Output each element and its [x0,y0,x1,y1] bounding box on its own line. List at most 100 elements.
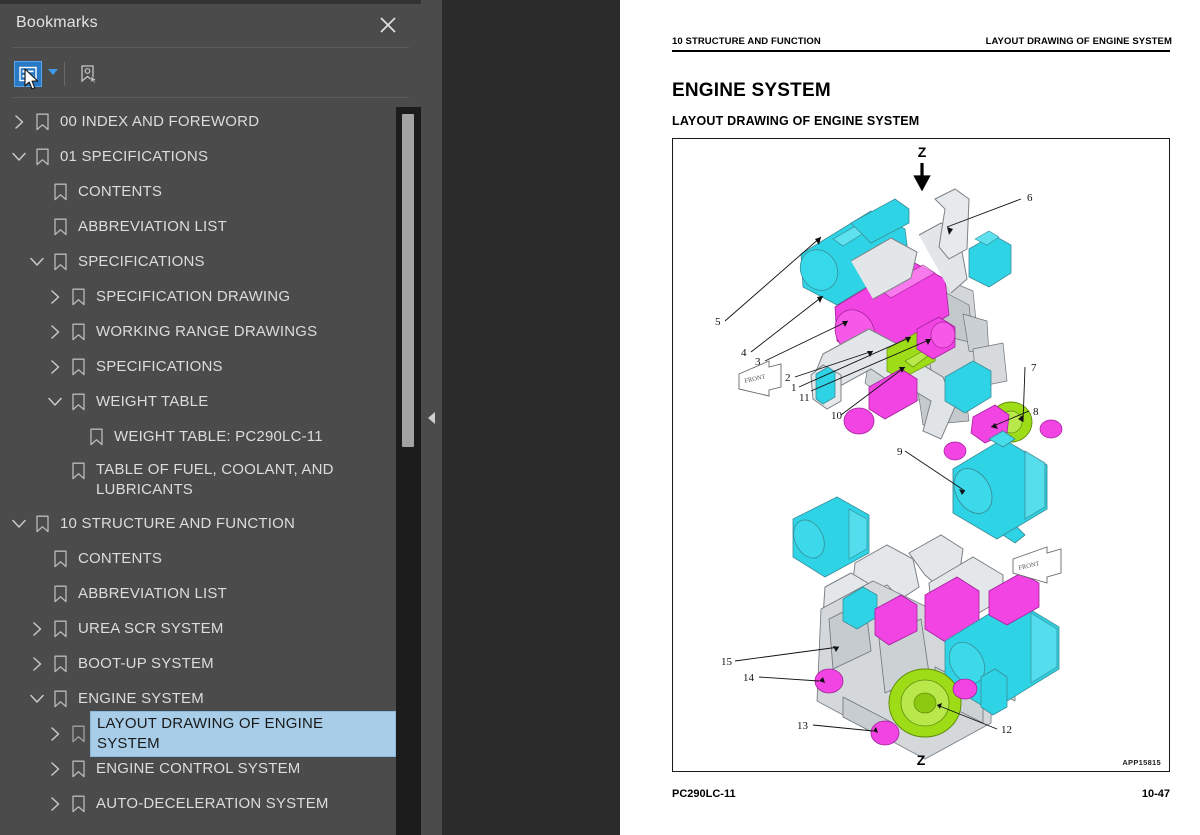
bookmark-icon [48,618,72,640]
bookmark-item-label: BOOT-UP SYSTEM [78,654,214,672]
bookmark-scrollbar-thumb[interactable] [402,114,414,447]
bookmarks-panel-title: Bookmarks [16,14,98,31]
bookmark-item[interactable]: WEIGHT TABLE: PC290LC-11 [0,419,396,454]
header-left-text: 10 STRUCTURE AND FUNCTION [672,36,821,47]
bookmark-tree[interactable]: 00 INDEX AND FOREWORD 01 SPECIFICATIONS CO… [0,104,396,835]
bookmark-item-label: SPECIFICATIONS [78,252,205,270]
bookmark-icon [30,513,54,535]
chevron-down-icon[interactable] [26,251,48,273]
chevron-down-icon[interactable] [8,146,30,168]
bookmark-icon [66,723,90,745]
twisty-placeholder [44,460,66,482]
callout-2: 2 [785,372,791,384]
bookmark-item[interactable]: 01 SPECIFICATIONS [0,139,396,174]
pdf-page: 10 STRUCTURE AND FUNCTION LAYOUT DRAWING… [620,0,1200,835]
twisty-placeholder [26,216,48,238]
bookmark-item[interactable]: WEIGHT TABLE [0,384,396,419]
bookmark-item-label: TABLE OF FUEL, COOLANT, AND LUBRICANTS [96,461,334,498]
chevron-down-icon[interactable] [44,391,66,413]
bookmark-item[interactable]: CONTENTS [0,541,396,576]
bookmark-item[interactable]: WORKING RANGE DRAWINGS [0,314,396,349]
callout-1: 1 [791,382,797,394]
bookmark-item[interactable]: AUTO-DECELERATION SYSTEM [0,786,396,821]
callout-8: 8 [1033,406,1039,418]
bookmark-item[interactable]: CONTENTS [0,174,396,209]
bookmark-item-label: 00 INDEX AND FOREWORD [60,112,260,130]
bookmark-icon [30,111,54,133]
panel-collapse-handle[interactable] [421,0,442,835]
close-icon[interactable] [377,14,399,36]
bookmark-item[interactable]: ENGINE CONTROL SYSTEM [0,751,396,786]
bookmark-item-label: CONTENTS [78,182,163,200]
bookmark-item[interactable]: SPECIFICATIONS [0,244,396,279]
bookmark-list-options-icon[interactable] [14,61,42,87]
chevron-right-icon[interactable] [44,723,66,745]
bookmark-item-label: WEIGHT TABLE: PC290LC-11 [114,427,323,445]
bookmark-icon [66,321,90,343]
bookmark-item-label: 10 STRUCTURE AND FUNCTION [60,514,296,532]
chevron-down-icon[interactable] [26,688,48,710]
chevron-right-icon[interactable] [44,356,66,378]
chevron-right-icon[interactable] [44,286,66,308]
page-subtitle: LAYOUT DRAWING OF ENGINE SYSTEM [672,114,920,128]
chevron-right-icon[interactable] [26,618,48,640]
bookmark-icon [30,146,54,168]
bookmark-item-label: 01 SPECIFICATIONS [60,147,209,165]
bookmark-icon [66,286,90,308]
footer-page-number: 10-47 [1141,788,1170,800]
bookmark-icon [66,356,90,378]
twisty-placeholder [26,181,48,203]
bookmark-item[interactable]: 10 STRUCTURE AND FUNCTION [0,506,396,541]
callout-13: 13 [797,720,809,732]
bookmark-item[interactable]: SPECIFICATIONS [0,349,396,384]
bookmark-icon [48,653,72,675]
bookmark-item-label: SPECIFICATIONS [96,357,223,375]
chevron-down-icon[interactable] [8,513,30,535]
bookmark-item[interactable]: BOOT-UP SYSTEM [0,646,396,681]
chevron-right-icon[interactable] [44,321,66,343]
bookmark-item-label: ENGINE SYSTEM [78,689,204,707]
chevron-down-icon[interactable] [48,69,58,75]
bookmark-item-label: ABBREVIATION LIST [78,584,227,602]
header-divider [12,47,409,48]
bookmark-item-selected[interactable]: LAYOUT DRAWING OF ENGINE SYSTEM [0,710,396,757]
bookmark-item[interactable]: ABBREVIATION LIST [0,209,396,244]
bookmark-item[interactable]: TABLE OF FUEL, COOLANT, AND LUBRICANTS [0,454,396,506]
bookmark-icon [48,688,72,710]
chevron-right-icon[interactable] [44,758,66,780]
twisty-placeholder [26,548,48,570]
bookmark-item-label: UREA SCR SYSTEM [78,619,224,637]
callout-7: 7 [1031,362,1037,374]
bookmark-item[interactable]: SPECIFICATION DRAWING [0,279,396,314]
callout-6: 6 [1027,192,1033,204]
chevron-right-icon[interactable] [44,793,66,815]
bookmark-icon [66,793,90,815]
bookmark-icon [66,460,90,482]
bookmark-item[interactable]: UREA SCR SYSTEM [0,611,396,646]
callout-9: 9 [897,446,903,458]
callout-4: 4 [741,347,747,359]
bookmarks-panel-header: Bookmarks [0,4,421,48]
bookmark-item-label: WORKING RANGE DRAWINGS [96,322,318,340]
header-rule [672,50,1170,52]
bookmark-item[interactable]: 00 INDEX AND FOREWORD [0,104,396,139]
bookmark-item-label: LAYOUT DRAWING OF ENGINE SYSTEM [90,710,396,757]
new-bookmark-icon[interactable] [74,61,102,87]
bookmark-item-label: CONTENTS [78,549,163,567]
figure-id: APP15815 [1122,758,1161,767]
bookmark-icon [48,583,72,605]
callout-5: 5 [715,316,721,328]
chevron-right-icon[interactable] [26,653,48,675]
callout-10: 10 [831,410,843,422]
view-marker-z-bottom: Z [917,752,926,768]
engine-layout-illustration: Z FRONT 5 4 3 2 1 11 10 6 7 8 9 FRONT 15… [715,144,1063,768]
bookmark-icon [48,181,72,203]
engine-top-view: Z FRONT 5 4 3 2 1 11 10 6 7 8 9 [715,144,1063,544]
chevron-right-icon[interactable] [8,111,30,133]
toolbar-divider [12,97,409,98]
bookmark-item[interactable]: ABBREVIATION LIST [0,576,396,611]
callout-12: 12 [1001,724,1012,736]
svg-text:Z: Z [918,144,927,160]
page-running-header: 10 STRUCTURE AND FUNCTION LAYOUT DRAWING… [672,36,1172,47]
page-title: ENGINE SYSTEM [672,80,831,101]
